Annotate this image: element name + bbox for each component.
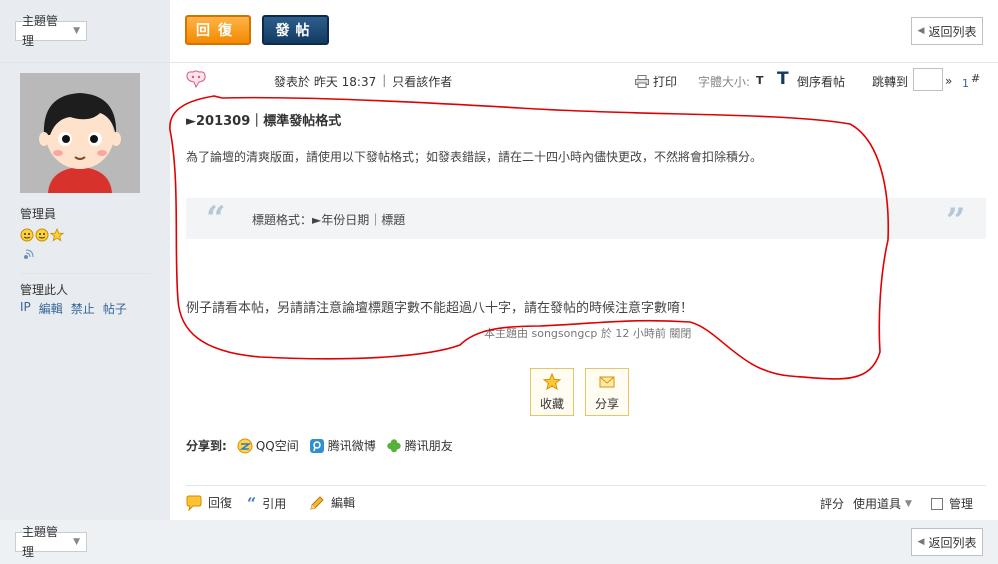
share-to-label: 分享到: [186, 439, 227, 453]
share-qzone[interactable]: QQ空间 [237, 437, 299, 454]
use-tools-label: 使用道具 [853, 497, 902, 511]
chevron-left-icon: ◀ [917, 537, 925, 547]
bottom-toolbar [0, 520, 998, 564]
share-tencent-weibo-label: 腾讯微博 [327, 439, 376, 453]
star-icon [543, 373, 561, 391]
favorite-label: 收藏 [539, 397, 564, 411]
bottom-topic-manage-label: 主題管理 [22, 525, 59, 559]
clover-icon [387, 438, 401, 452]
bottom-back-to-list-label: 返回列表 [928, 535, 977, 550]
bottom-topic-manage-select[interactable]: 主題管理 ▼ [15, 525, 87, 559]
share-tencent-friends-label: 腾讯朋友 [404, 439, 453, 453]
edit-post-button[interactable]: 編輯 [309, 494, 355, 511]
share-button[interactable]: 分享 [585, 368, 629, 416]
reply-post-label: 回復 [208, 496, 233, 510]
use-tools-menu[interactable]: 使用道具 ▼ [853, 495, 912, 512]
quote-post-label: 引用 [262, 497, 287, 511]
share-tencent-friends[interactable]: 腾讯朋友 [386, 437, 453, 454]
envelope-icon [599, 376, 615, 388]
edit-post-label: 編輯 [331, 496, 356, 510]
pencil-icon [310, 495, 324, 510]
red-annotation-outline [169, 95, 890, 380]
chevron-down-icon: ▼ [73, 537, 80, 547]
manage-checkbox[interactable] [931, 497, 943, 510]
share-to-row: 分享到: QQ空间 腾讯微博 腾讯朋友 [186, 437, 453, 454]
share-label: 分享 [594, 397, 619, 411]
tencent-weibo-icon [309, 438, 324, 453]
quote-post-button[interactable]: “ 引用 [247, 494, 286, 513]
speech-bubble-icon [186, 495, 202, 511]
bottom-back-to-list-button[interactable]: ◀ 返回列表 [911, 528, 983, 556]
share-tencent-weibo[interactable]: 腾讯微博 [309, 437, 376, 454]
post-footer-divider [186, 485, 986, 486]
rate-link[interactable]: 評分 [820, 495, 844, 512]
qzone-icon [237, 438, 253, 453]
manage-checkbox-row: 管理 [931, 495, 973, 512]
quote-icon: “ [247, 494, 257, 513]
share-qzone-label: QQ空间 [255, 439, 299, 453]
chevron-down-icon: ▼ [905, 498, 912, 509]
reply-post-button[interactable]: 回復 [186, 494, 232, 511]
manage-checkbox-label: 管理 [949, 497, 974, 511]
favorite-button[interactable]: 收藏 [530, 368, 574, 416]
